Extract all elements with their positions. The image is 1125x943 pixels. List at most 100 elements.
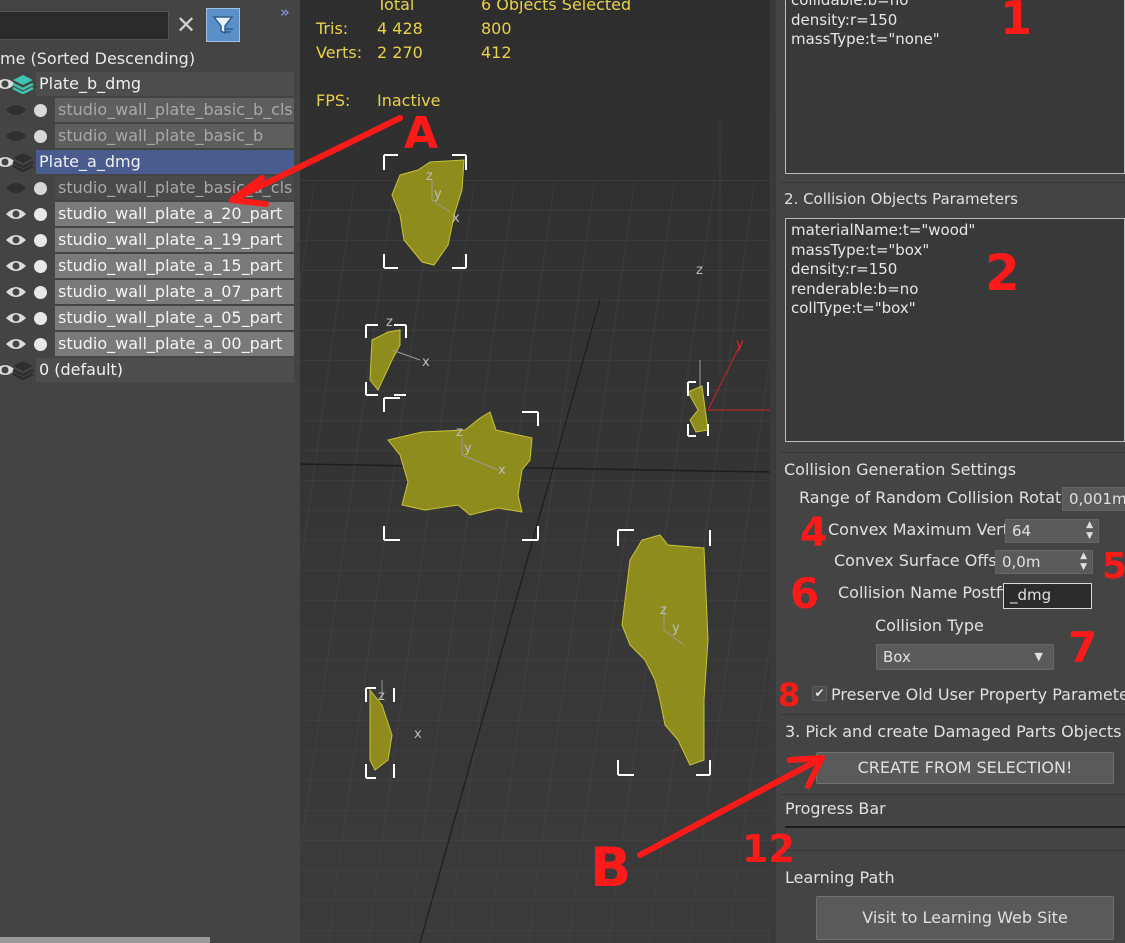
object-label: studio_wall_plate_basic_b: [55, 124, 294, 148]
create-from-selection-button[interactable]: CREATE FROM SELECTION!: [816, 752, 1114, 784]
axis-label: z: [426, 169, 433, 184]
render-dot-icon[interactable]: [34, 104, 47, 117]
layer-label: Plate_b_dmg: [36, 72, 294, 96]
eye-icon[interactable]: [5, 258, 27, 274]
visit-learning-site-button[interactable]: Visit to Learning Web Site: [816, 896, 1114, 940]
perspective-viewport[interactable]: Total 6 Objects Selected Tris: 4 428 800…: [300, 0, 770, 943]
axis-label: x: [414, 727, 422, 742]
postfix-value: _dmg: [1010, 586, 1052, 604]
eye-icon[interactable]: [5, 336, 27, 352]
object-label: studio_wall_plate_basic_a_cls: [55, 176, 294, 200]
object-label: studio_wall_plate_a_05_part: [55, 306, 294, 330]
generation-settings-title: Collision Generation Settings: [784, 460, 1017, 479]
damage-tool-panel: collidable:b=no density:r=150 massType:t…: [770, 0, 1125, 943]
axis-label: x: [452, 211, 460, 226]
tree-row-layer[interactable]: Plate_b_dmg: [0, 72, 294, 96]
column-header[interactable]: me (Sorted Descending): [0, 47, 300, 71]
tree-row-object[interactable]: studio_wall_plate_a_15_part: [0, 254, 294, 278]
tree-row-object[interactable]: studio_wall_plate_basic_a_cls: [0, 176, 294, 200]
tree-row-object[interactable]: studio_wall_plate_a_20_part: [0, 202, 294, 226]
layer-stack-icon: [12, 361, 34, 380]
selected-fragments: z y x z x z y x z y z y z x: [365, 154, 744, 779]
tree-row-layer[interactable]: 0 (default): [0, 358, 294, 382]
tree-row-object[interactable]: studio_wall_plate_basic_b: [0, 124, 294, 148]
collision-type-value: Box: [883, 648, 911, 666]
range-rotation-spinner[interactable]: 0,001m: [1062, 487, 1125, 511]
fragment-piece: [369, 329, 401, 391]
render-dot-icon[interactable]: [34, 234, 47, 247]
axis-label: x: [422, 355, 430, 370]
eye-hidden-icon[interactable]: [5, 102, 27, 118]
clear-search-button[interactable]: ✕: [172, 11, 200, 39]
postfix-label: Collision Name Postfix: [838, 583, 1016, 602]
object-label: studio_wall_plate_a_20_part: [55, 202, 294, 226]
learning-path-label: Learning Path: [785, 868, 895, 887]
tree-row-layer[interactable]: Plate_a_dmg: [0, 150, 294, 174]
layer-label: Plate_a_dmg: [36, 150, 294, 174]
render-dot-icon[interactable]: [34, 130, 47, 143]
tree-row-object[interactable]: studio_wall_plate_a_19_part: [0, 228, 294, 252]
convex-offset-spinner[interactable]: 0,0m ▲ ▼: [995, 550, 1093, 574]
convex-verts-spinner[interactable]: 64 ▲ ▼: [1005, 519, 1099, 543]
object-label: studio_wall_plate_a_19_part: [55, 228, 294, 252]
section-3-title: 3. Pick and create Damaged Parts Objects: [785, 722, 1122, 741]
axis-label: z: [456, 425, 463, 440]
fragment-piece: [687, 385, 709, 433]
layer-stack-icon: [12, 153, 34, 172]
layer-stack-icon: [12, 75, 34, 94]
collision-properties-textarea[interactable]: materialName:t="wood" massType:t="box" d…: [785, 218, 1125, 442]
tree-row-object[interactable]: studio_wall_plate_a_00_part: [0, 332, 294, 356]
search-input[interactable]: [0, 11, 169, 40]
spinner-arrows-icon[interactable]: ▲ ▼: [1086, 520, 1093, 542]
axis-label: z: [696, 263, 703, 278]
object-label: studio_wall_plate_a_00_part: [55, 332, 294, 356]
axis-label: x: [498, 463, 506, 478]
horizontal-scrollbar[interactable]: [0, 937, 210, 943]
axis-label: z: [386, 315, 393, 330]
axis-label: z: [660, 603, 667, 618]
convex-offset-label: Convex Surface Offset: [834, 551, 1013, 570]
convex-offset-value: 0,0m: [1002, 553, 1041, 571]
range-rotation-label: Range of Random Collision Rotation: [799, 488, 1086, 507]
render-dot-icon[interactable]: [34, 286, 47, 299]
eye-icon[interactable]: [5, 206, 27, 222]
tree-row-object[interactable]: studio_wall_plate_a_05_part: [0, 306, 294, 330]
progress-bar-label: Progress Bar: [785, 799, 886, 818]
eye-hidden-icon[interactable]: [5, 180, 27, 196]
spinner-arrows-icon[interactable]: ▲ ▼: [1080, 551, 1087, 573]
filter-icon: [212, 16, 234, 35]
preserve-checkbox[interactable]: ✔: [812, 686, 827, 701]
axis-label: y: [434, 187, 442, 202]
axis-label: z: [378, 689, 385, 704]
filter-button[interactable]: [206, 8, 240, 42]
eye-hidden-icon[interactable]: [5, 128, 27, 144]
tree-row-object[interactable]: studio_wall_plate_a_07_part: [0, 280, 294, 304]
object-label: studio_wall_plate_basic_b_cls: [55, 98, 294, 122]
chevron-down-icon: ▼: [1034, 650, 1043, 663]
user-properties-1-textarea[interactable]: collidable:b=no density:r=150 massType:t…: [785, 0, 1125, 174]
convex-verts-label: Convex Maximum Verts: [828, 520, 1018, 539]
render-dot-icon[interactable]: [34, 182, 47, 195]
object-label: studio_wall_plate_a_15_part: [55, 254, 294, 278]
collision-type-label: Collision Type: [875, 616, 984, 635]
fragment-piece: [621, 534, 709, 766]
axis-label: y: [464, 441, 472, 456]
collision-type-dropdown[interactable]: Box ▼: [876, 644, 1054, 670]
render-dot-icon[interactable]: [34, 338, 47, 351]
progress-bar: [785, 826, 1125, 828]
render-dot-icon[interactable]: [34, 312, 47, 325]
section-2-title: 2. Collision Objects Parameters: [784, 190, 1018, 208]
convex-verts-value: 64: [1012, 522, 1032, 540]
render-dot-icon[interactable]: [34, 260, 47, 273]
eye-icon[interactable]: [5, 310, 27, 326]
eye-icon[interactable]: [5, 284, 27, 300]
render-dot-icon[interactable]: [34, 208, 47, 221]
preserve-label: Preserve Old User Property Parameters: [831, 685, 1125, 704]
eye-icon[interactable]: [5, 232, 27, 248]
tree-row-object[interactable]: studio_wall_plate_basic_b_cls: [0, 98, 294, 122]
postfix-input[interactable]: _dmg: [1003, 583, 1092, 609]
axis-label: y: [736, 337, 744, 352]
layer-label: 0 (default): [36, 358, 294, 382]
scene-explorer: ✕ » me (Sorted Descending) Plate_b_dmg s…: [0, 0, 300, 943]
collapse-panel-icon[interactable]: »: [280, 3, 290, 21]
